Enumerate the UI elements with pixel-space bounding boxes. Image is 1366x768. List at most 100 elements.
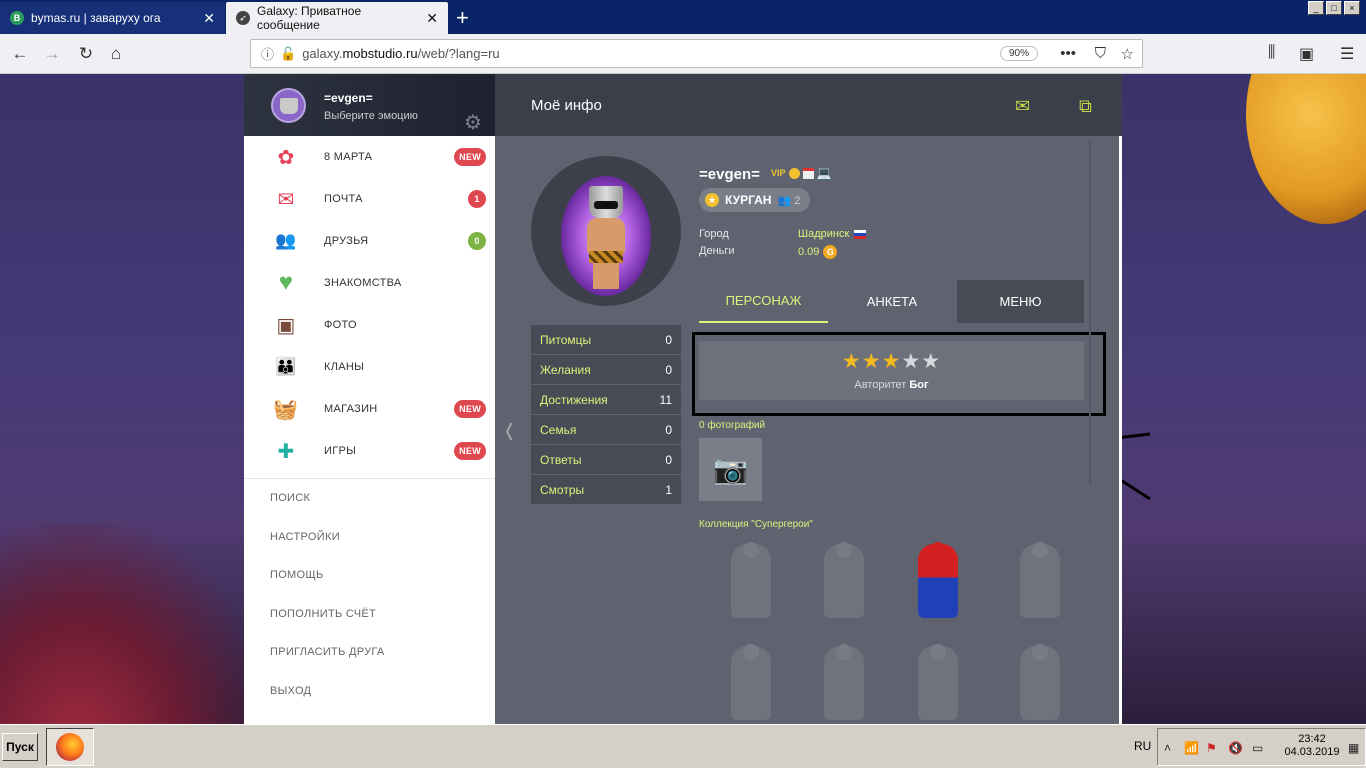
calendar-icon[interactable] [802, 167, 814, 179]
hero-card[interactable] [1000, 538, 1080, 624]
envelope-icon[interactable]: ✉ [1015, 96, 1030, 117]
chevron-up-icon[interactable]: ˄ [1164, 741, 1171, 755]
forward-button[interactable]: → [40, 42, 64, 66]
sidebar-toggle-icon[interactable]: ▣ [1299, 44, 1314, 64]
batman-figure [731, 644, 771, 720]
bookmark-star-icon[interactable]: ☆ [1121, 45, 1134, 63]
russia-flag-icon [854, 229, 867, 239]
language-indicator[interactable]: RU [1134, 739, 1151, 753]
info-icon[interactable]: ⓘ [261, 44, 274, 63]
sidebar-item-8-march[interactable]: ✿ 8 МАРТА NEW [244, 136, 495, 178]
close-tab-icon[interactable]: ✕ [426, 10, 438, 27]
stat-row-pets[interactable]: Питомцы 0 [531, 325, 681, 355]
profile-avatar[interactable] [531, 156, 681, 306]
collection-label[interactable]: Коллекция "Супергерои" [699, 519, 813, 530]
tab-character[interactable]: ПЕРСОНАЖ [699, 280, 828, 323]
sidebar-link-exit[interactable]: ВЫХОД [244, 672, 495, 711]
sidebar-link-help[interactable]: ПОМОЩЬ [244, 556, 495, 595]
insecure-lock-icon[interactable]: 🔓 [280, 46, 296, 62]
sidebar-link-search[interactable]: ПОИСК [244, 479, 495, 518]
browser-tab-bymas[interactable]: B bymas.ru | заваруху ога ✕ [0, 2, 225, 34]
photos-count-label[interactable]: 0 фотографий [699, 420, 765, 431]
puzzle-icon: ✚ [277, 440, 295, 463]
pocket-icon[interactable]: ⛉ [1095, 45, 1106, 62]
gear-icon[interactable]: ⚙ [464, 110, 482, 135]
hero-card[interactable] [804, 640, 884, 726]
avatar[interactable] [271, 88, 306, 123]
clock-time: 23:42 [1298, 733, 1326, 745]
clock[interactable]: 23:42 04.03.2019 [1282, 733, 1342, 759]
galaxy-app: =evgen= Выберите эмоцию ⚙ ✿ 8 МАРТА NEW … [244, 74, 1122, 724]
back-button[interactable]: ← [8, 42, 32, 66]
page-actions-icon[interactable]: ••• [1060, 45, 1076, 62]
show-desktop-icon[interactable]: ▦ [1348, 741, 1359, 755]
sidebar-link-top-up[interactable]: ПОПОЛНИТЬ СЧЁТ [244, 595, 495, 634]
sidebar-link-invite[interactable]: ПРИГЛАСИТЬ ДРУГА [244, 633, 495, 672]
sidebar-item-friends[interactable]: 👥 ДРУЗЬЯ 0 [244, 220, 495, 262]
hero-card[interactable] [711, 640, 791, 726]
library-icon[interactable]: ⫼ [1268, 44, 1275, 62]
flag-alert-icon[interactable]: ⚑ [1206, 741, 1217, 755]
close-tab-icon[interactable]: ✕ [203, 10, 215, 27]
close-window-button[interactable]: × [1344, 1, 1360, 15]
home-button[interactable]: ⌂ [104, 42, 128, 66]
add-photo-button[interactable]: 📷 [699, 438, 762, 501]
avatar-legs [593, 263, 619, 289]
medal-icon[interactable] [788, 167, 800, 179]
profile-name: =evgen= [699, 166, 760, 183]
hero-card[interactable] [711, 538, 791, 624]
windows-icon[interactable]: ⧉ [1079, 96, 1092, 117]
iron-man-figure [824, 644, 864, 720]
galaxy-favicon-icon: ➶ [236, 11, 250, 25]
avatar-body [587, 218, 625, 254]
stat-row-family[interactable]: Семья 0 [531, 415, 681, 445]
tab-profile-form[interactable]: АНКЕТА [828, 280, 956, 323]
zoom-indicator[interactable]: 90% [999, 46, 1038, 61]
reload-button[interactable]: ↻ [74, 42, 98, 66]
stat-row-wishes[interactable]: Желания 0 [531, 355, 681, 385]
clan-badge[interactable]: ★ КУРГАН 👥 2 [699, 188, 811, 212]
emotion-selector[interactable]: Выберите эмоцию [324, 110, 418, 122]
sidebar-link-settings[interactable]: НАСТРОЙКИ [244, 518, 495, 557]
vip-crown-icon[interactable]: VIP [771, 168, 786, 178]
url-path: /web/?lang=ru [417, 46, 500, 61]
photo-icon: ▣ [276, 314, 296, 337]
battery-icon[interactable]: ▭ [1252, 741, 1263, 755]
tab-menu[interactable]: МЕНЮ [957, 280, 1084, 323]
stat-row-answers[interactable]: Ответы 0 [531, 445, 681, 475]
stat-label: Ответы [540, 452, 582, 467]
hero-card[interactable] [804, 538, 884, 624]
volume-muted-icon[interactable]: 🔇 [1228, 741, 1243, 755]
money-label: Деньги [699, 245, 735, 257]
hero-card[interactable] [898, 640, 978, 726]
laptop-icon[interactable]: 💻 [817, 166, 832, 180]
scrollbar[interactable] [1089, 140, 1091, 485]
bucket-head-icon [279, 97, 298, 114]
new-tab-button[interactable]: + [456, 5, 469, 31]
city-value[interactable]: Шадринск [798, 228, 867, 240]
url-bar[interactable]: ⓘ 🔓 galaxy. mobstudio.ru/web/?lang=ru 90%… [250, 39, 1143, 68]
minimize-button[interactable]: _ [1308, 1, 1324, 15]
hero-card[interactable] [898, 538, 978, 624]
start-button[interactable]: Пуск [2, 733, 38, 761]
firefox-taskbar-button[interactable] [46, 728, 94, 766]
stat-label: Смотры [540, 482, 585, 497]
sidebar-item-clans[interactable]: 👪 КЛАНЫ [244, 346, 495, 388]
sidebar-username[interactable]: =evgen= [324, 91, 373, 105]
sidebar-item-photo[interactable]: ▣ ФОТО [244, 304, 495, 346]
wifi-icon[interactable]: 📶 [1184, 741, 1199, 755]
stat-row-views[interactable]: Смотры 1 [531, 475, 681, 505]
sidebar-item-mail[interactable]: ✉ ПОЧТА 1 [244, 178, 495, 220]
hero-card[interactable] [1000, 640, 1080, 726]
stat-row-achievements[interactable]: Достижения 11 [531, 385, 681, 415]
stat-value: 11 [659, 392, 672, 407]
clan-name: КУРГАН [725, 193, 772, 207]
hamburger-menu-icon[interactable]: ☰ [1340, 44, 1354, 64]
sidebar-item-shop[interactable]: 🧺 МАГАЗИН NEW [244, 388, 495, 430]
browser-tab-galaxy[interactable]: ➶ Galaxy: Приватное сообщение ✕ [226, 2, 448, 34]
sidebar-item-dating[interactable]: ♥ ЗНАКОМСТВА [244, 262, 495, 304]
url-prefix: galaxy. [302, 46, 343, 61]
sidebar-item-games[interactable]: ✚ ИГРЫ NEW [244, 430, 495, 472]
maximize-button[interactable]: □ [1326, 1, 1342, 15]
chevron-left-icon[interactable]: ‹ [505, 404, 513, 454]
